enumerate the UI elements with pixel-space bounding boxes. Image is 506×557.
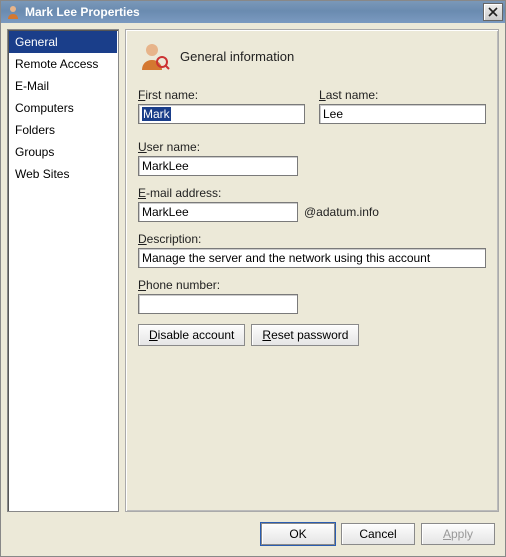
email-domain: @adatum.info	[304, 205, 379, 219]
sidebar: General Remote Access E-Mail Computers F…	[7, 29, 119, 512]
email-input[interactable]	[138, 202, 298, 222]
first-name-input[interactable]: Mark	[138, 104, 305, 124]
sidebar-item-general[interactable]: General	[9, 31, 117, 53]
sidebar-item-web-sites[interactable]: Web Sites	[9, 163, 117, 185]
user-icon	[5, 4, 21, 20]
email-label: E-mail address:	[138, 186, 486, 200]
body: General Remote Access E-Mail Computers F…	[1, 23, 505, 518]
general-panel: General information First name: Mark Las…	[125, 29, 499, 512]
sidebar-item-email[interactable]: E-Mail	[9, 75, 117, 97]
properties-window: Mark Lee Properties General Remote Acces…	[0, 0, 506, 557]
sidebar-item-folders[interactable]: Folders	[9, 119, 117, 141]
user-name-label: User name:	[138, 140, 486, 154]
window-title: Mark Lee Properties	[25, 5, 483, 19]
panel-title: General information	[180, 49, 294, 64]
phone-label: Phone number:	[138, 278, 486, 292]
sidebar-item-computers[interactable]: Computers	[9, 97, 117, 119]
close-button[interactable]	[483, 3, 503, 21]
phone-input[interactable]	[138, 294, 298, 314]
reset-password-button[interactable]: Reset password	[251, 324, 359, 346]
cancel-button[interactable]: Cancel	[341, 523, 415, 545]
last-name-label: Last name:	[319, 88, 486, 102]
description-input[interactable]	[138, 248, 486, 268]
panel-header: General information	[138, 40, 486, 72]
apply-button[interactable]: Apply	[421, 523, 495, 545]
user-search-icon	[138, 40, 170, 72]
sidebar-item-groups[interactable]: Groups	[9, 141, 117, 163]
titlebar: Mark Lee Properties	[1, 1, 505, 23]
first-name-label: First name:	[138, 88, 305, 102]
user-name-input[interactable]	[138, 156, 298, 176]
ok-button[interactable]: OK	[261, 523, 335, 545]
last-name-input[interactable]	[319, 104, 486, 124]
description-label: Description:	[138, 232, 486, 246]
footer: OK Cancel Apply	[1, 518, 505, 556]
sidebar-item-remote-access[interactable]: Remote Access	[9, 53, 117, 75]
disable-account-button[interactable]: Disable account	[138, 324, 245, 346]
